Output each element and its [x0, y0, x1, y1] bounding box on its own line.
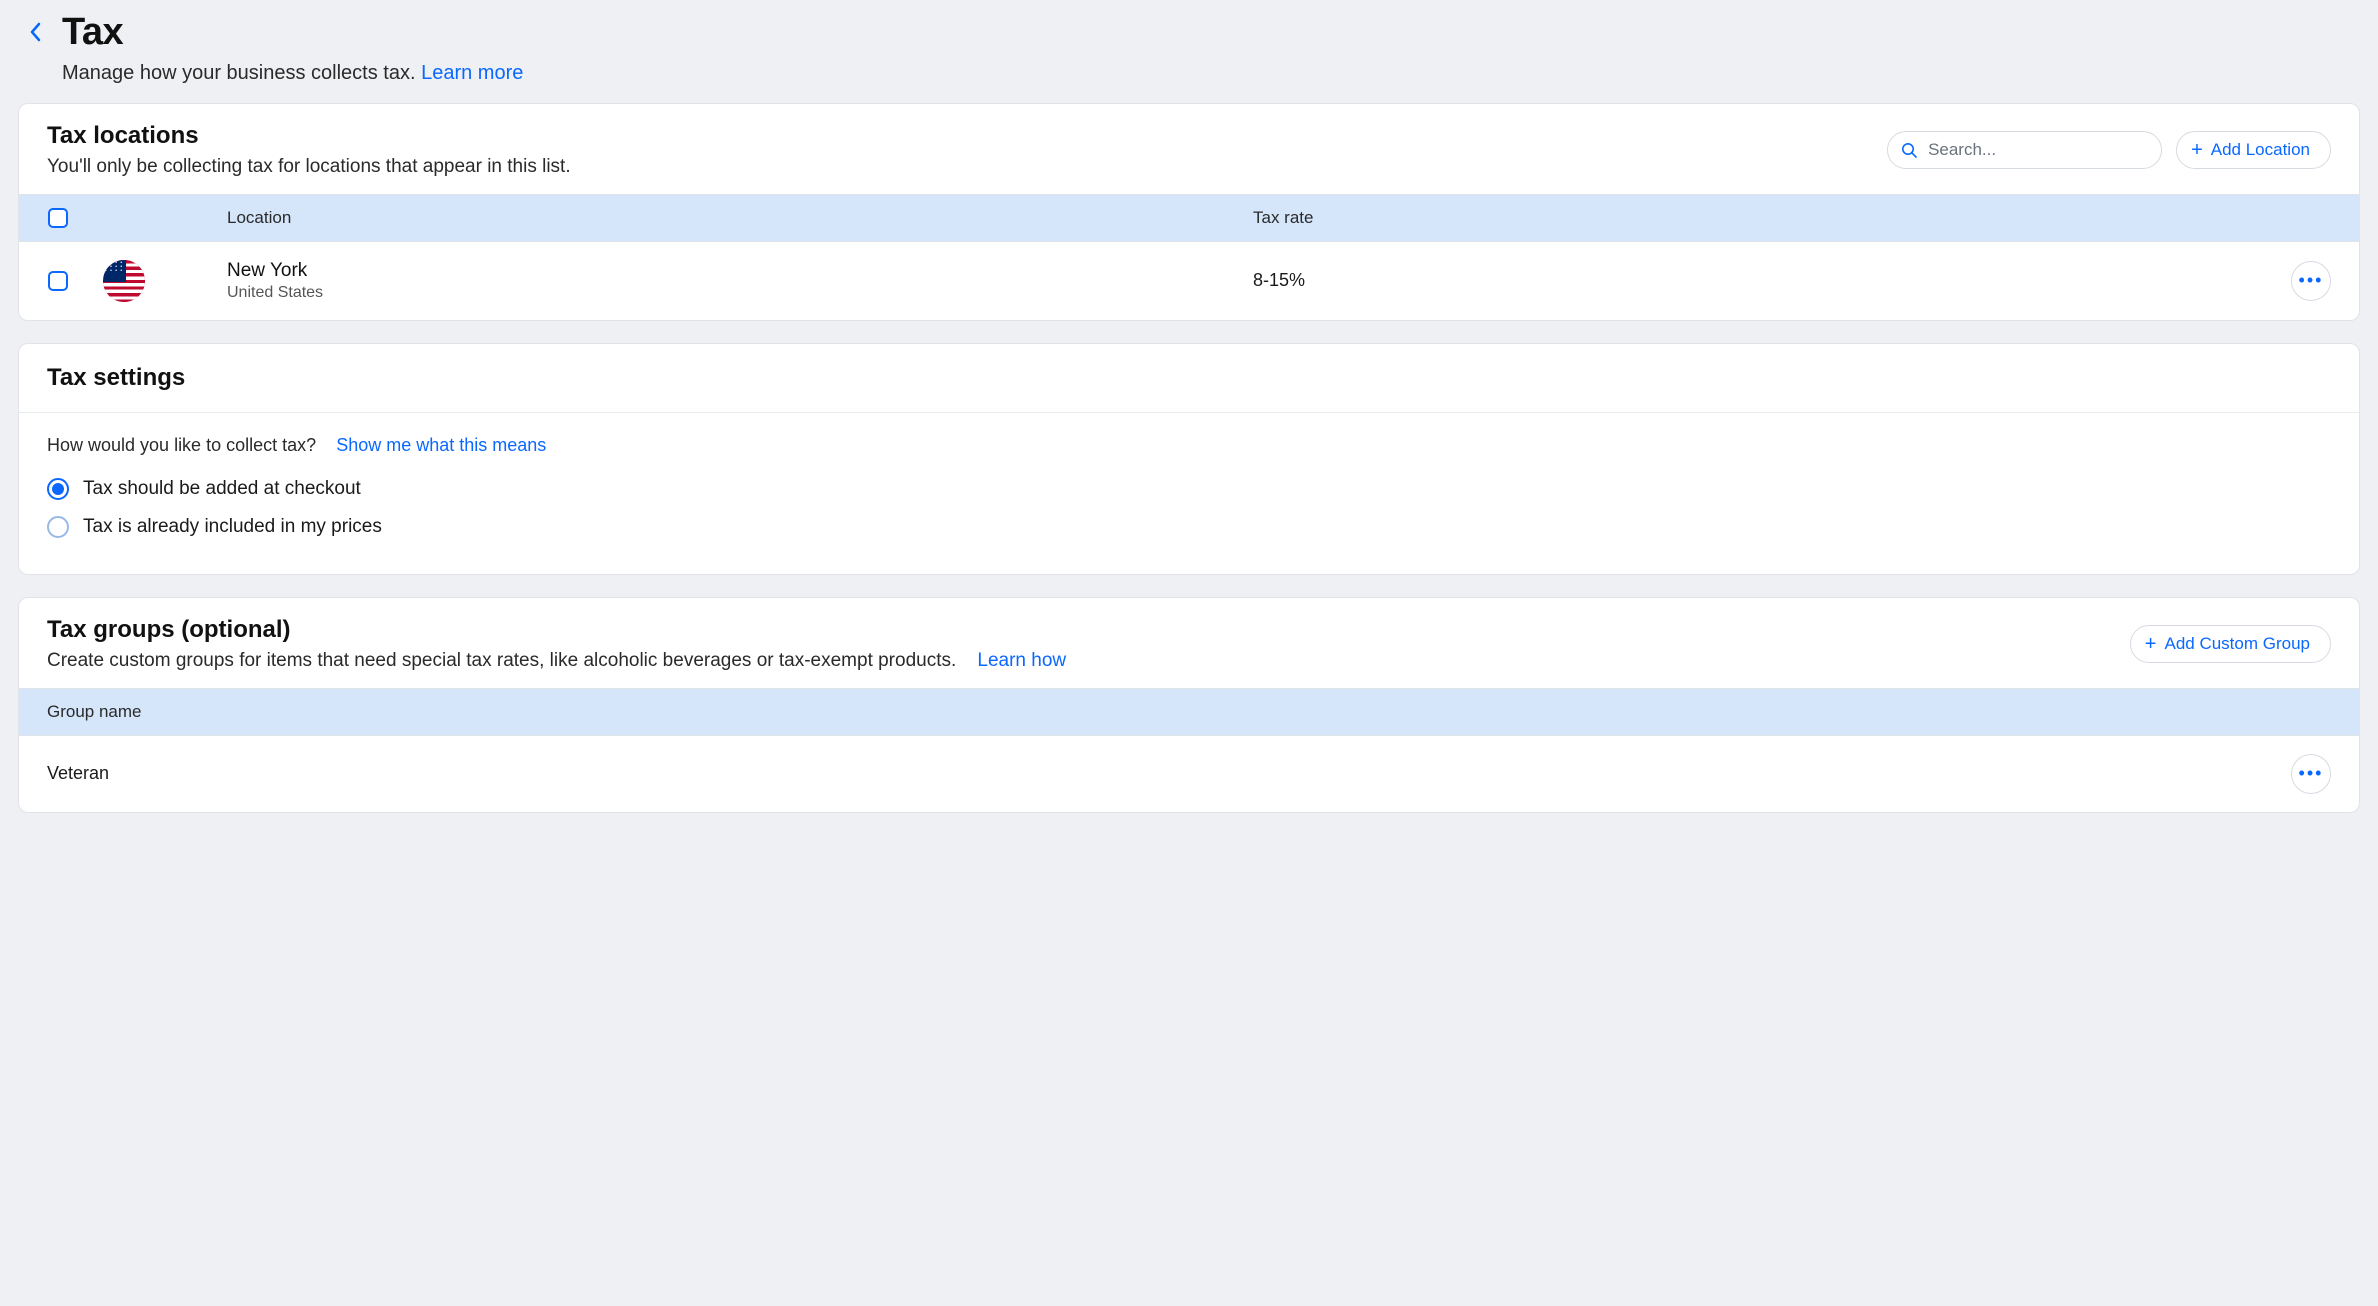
col-rate: Tax rate: [1253, 208, 2279, 228]
select-all-checkbox[interactable]: [48, 208, 68, 228]
group-name: Veteran: [47, 763, 109, 784]
settings-question: How would you like to collect tax?: [47, 435, 316, 455]
search-input[interactable]: [1887, 131, 2162, 169]
row-more-button[interactable]: •••: [2291, 754, 2331, 794]
page-subtitle-text: Manage how your business collects tax.: [62, 62, 416, 84]
table-row: Veteran •••: [19, 736, 2359, 812]
tax-locations-card: Tax locations You'll only be collecting …: [18, 103, 2360, 321]
col-group-name: Group name: [47, 702, 142, 722]
search-icon: [1901, 142, 1917, 158]
back-button[interactable]: [22, 18, 50, 46]
tax-settings-title: Tax settings: [47, 364, 2331, 392]
location-name: New York: [227, 260, 1253, 282]
col-location: Location: [227, 208, 1253, 228]
add-location-button[interactable]: + Add Location: [2176, 131, 2331, 169]
page-subtitle: Manage how your business collects tax. L…: [62, 62, 523, 85]
us-flag-icon: • • • • • • • • • • • •: [103, 260, 145, 302]
row-more-button[interactable]: •••: [2291, 261, 2331, 301]
tax-settings-card: Tax settings How would you like to colle…: [18, 343, 2360, 575]
learn-how-link[interactable]: Learn how: [977, 650, 1066, 671]
location-country: United States: [227, 284, 1253, 302]
learn-more-link[interactable]: Learn more: [421, 62, 523, 84]
radio-added-label: Tax should be added at checkout: [83, 478, 361, 500]
groups-table-head: Group name: [19, 688, 2359, 736]
locations-table-head: Location Tax rate: [19, 194, 2359, 242]
tax-locations-subtitle: You'll only be collecting tax for locati…: [47, 156, 571, 178]
tax-groups-title: Tax groups (optional): [47, 616, 1066, 644]
add-custom-group-button[interactable]: + Add Custom Group: [2130, 625, 2331, 663]
table-row: • • • • • • • • • • • • New York United …: [19, 242, 2359, 320]
chevron-left-icon: [30, 22, 42, 42]
add-location-label: Add Location: [2211, 140, 2310, 160]
tax-locations-title: Tax locations: [47, 122, 571, 150]
radio-included-label: Tax is already included in my prices: [83, 516, 382, 538]
plus-icon: +: [2145, 634, 2157, 654]
more-dots-icon: •••: [2299, 763, 2324, 784]
row-checkbox[interactable]: [48, 271, 68, 291]
tax-groups-subtitle: Create custom groups for items that need…: [47, 650, 956, 671]
page-title: Tax: [62, 12, 523, 54]
tax-groups-card: Tax groups (optional) Create custom grou…: [18, 597, 2360, 813]
add-custom-group-label: Add Custom Group: [2164, 634, 2310, 654]
radio-added[interactable]: [47, 478, 69, 500]
plus-icon: +: [2191, 140, 2203, 160]
location-rate: 8-15%: [1253, 270, 2279, 291]
show-me-link[interactable]: Show me what this means: [336, 435, 546, 455]
more-dots-icon: •••: [2299, 270, 2324, 291]
radio-included[interactable]: [47, 516, 69, 538]
